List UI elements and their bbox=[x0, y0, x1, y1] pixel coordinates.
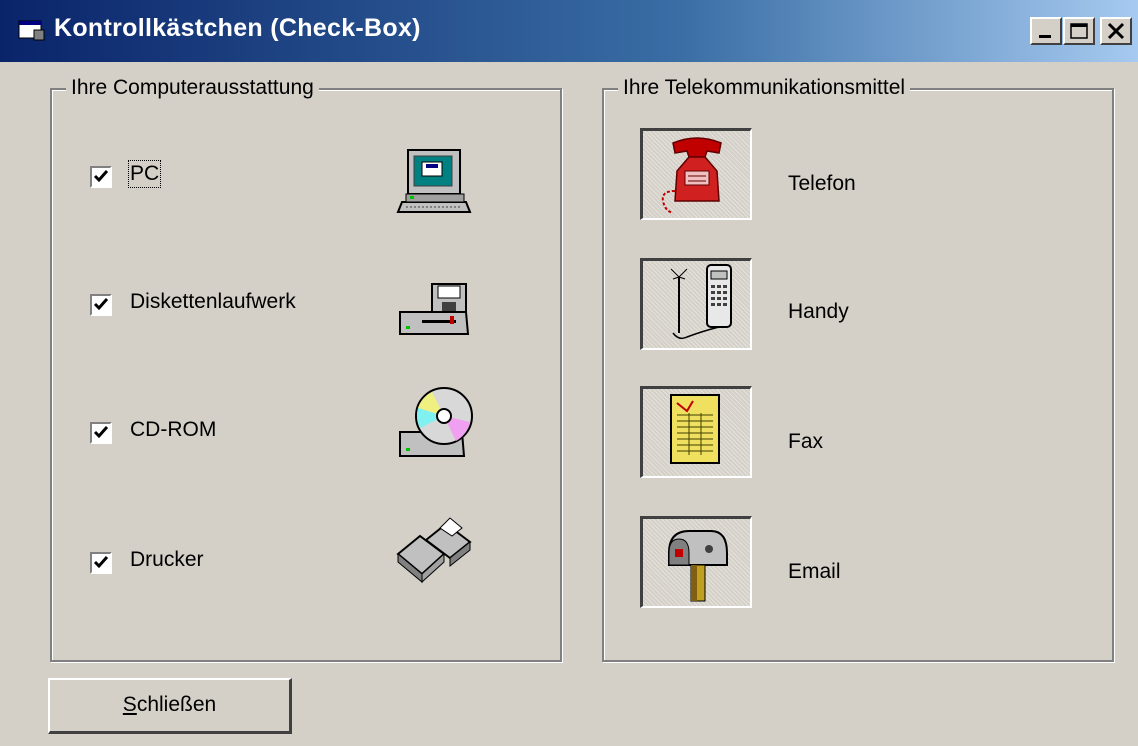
computer-group-legend: Ihre Computerausstattung bbox=[66, 76, 319, 100]
checkmark-icon bbox=[93, 556, 109, 569]
checkmark-icon bbox=[93, 298, 109, 311]
cd-rom-icon bbox=[399, 387, 473, 457]
cdrom-checkbox-label[interactable]: CD-ROM bbox=[130, 418, 216, 442]
printer-checkbox[interactable] bbox=[90, 552, 112, 574]
fax-label: Fax bbox=[788, 430, 824, 453]
close-window-button[interactable] bbox=[1100, 17, 1132, 45]
printer-icon bbox=[396, 517, 472, 584]
maximize-button[interactable] bbox=[1063, 17, 1095, 45]
telephone-label: Telefon bbox=[788, 172, 856, 195]
close-button-mnemonic: S bbox=[122, 693, 137, 716]
telecom-group-legend: Ihre Telekommunikationsmittel bbox=[618, 76, 911, 100]
mailbox-icon bbox=[668, 530, 728, 602]
title-bar[interactable]: Kontrollkästchen (Check-Box) bbox=[0, 0, 1138, 62]
close-button[interactable]: Schließen bbox=[48, 678, 292, 734]
mobile-phone-button[interactable] bbox=[640, 258, 752, 350]
email-button[interactable] bbox=[640, 516, 752, 608]
email-label: Email bbox=[788, 560, 841, 583]
pc-checkbox[interactable] bbox=[90, 166, 112, 188]
pc-icon bbox=[396, 149, 472, 213]
computer-equipment-group: Ihre Computerausstattung PC Diskettenlau… bbox=[50, 76, 562, 662]
maximize-icon bbox=[1070, 23, 1088, 39]
mobile-phone-icon bbox=[670, 264, 732, 340]
checkmark-icon bbox=[93, 426, 109, 439]
printer-checkbox-label[interactable]: Drucker bbox=[130, 548, 204, 572]
floppy-checkbox-label[interactable]: Diskettenlaufwerk bbox=[130, 290, 296, 314]
floppy-checkbox[interactable] bbox=[90, 294, 112, 316]
fax-icon bbox=[670, 394, 720, 464]
dialog-window: Kontrollkästchen (Check-Box) Ihre Comput… bbox=[0, 0, 1138, 746]
mobile-phone-label: Handy bbox=[788, 300, 849, 323]
fax-button[interactable] bbox=[640, 386, 752, 478]
close-icon bbox=[1107, 22, 1125, 40]
telephone-button[interactable] bbox=[640, 128, 752, 220]
minimize-icon bbox=[1039, 35, 1051, 38]
checkmark-icon bbox=[93, 170, 109, 183]
pc-checkbox-label[interactable]: PC bbox=[127, 160, 162, 188]
app-window-icon bbox=[18, 20, 45, 41]
window-title: Kontrollkästchen (Check-Box) bbox=[54, 14, 421, 42]
telephone-icon bbox=[661, 137, 722, 214]
telecom-group: Ihre Telekommunikationsmittel Telefon Ha… bbox=[602, 76, 1114, 662]
floppy-drive-icon bbox=[399, 283, 470, 335]
minimize-button[interactable] bbox=[1030, 17, 1062, 45]
cdrom-checkbox[interactable] bbox=[90, 422, 112, 444]
close-button-label: chließen bbox=[136, 693, 217, 716]
